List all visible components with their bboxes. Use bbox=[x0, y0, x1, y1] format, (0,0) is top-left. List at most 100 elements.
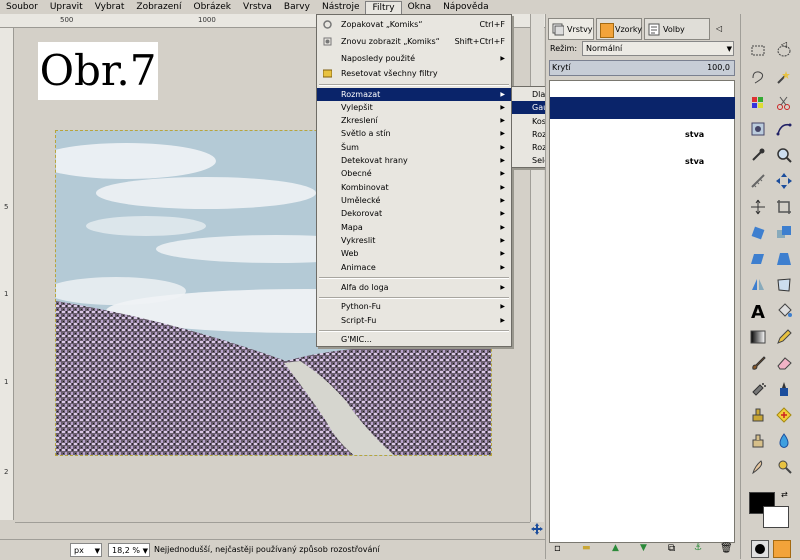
background-color-swatch[interactable] bbox=[763, 506, 789, 528]
foreground-select-icon[interactable] bbox=[749, 120, 767, 138]
menu-item-generic[interactable]: Obecné ▶ bbox=[317, 167, 511, 180]
menu-item-artistic[interactable]: Umělecké ▶ bbox=[317, 194, 511, 207]
menu-upravit[interactable]: Upravit bbox=[44, 0, 89, 14]
ruler-label: 1000 bbox=[198, 16, 216, 24]
scissors-icon[interactable] bbox=[775, 94, 793, 112]
mode-select[interactable]: Normální ▼ bbox=[582, 41, 734, 56]
menu-napoveda[interactable]: Nápověda bbox=[437, 0, 495, 14]
duplicate-layer-icon[interactable]: ⧉ bbox=[668, 543, 675, 554]
menu-item-recent[interactable]: Naposledy použité ▶ bbox=[317, 52, 511, 65]
blur-sharpen-icon[interactable] bbox=[775, 432, 793, 450]
raise-layer-icon[interactable]: ▲ bbox=[612, 543, 619, 553]
smudge-icon[interactable] bbox=[749, 458, 767, 476]
pencil-icon[interactable] bbox=[775, 328, 793, 346]
align-icon[interactable] bbox=[749, 198, 767, 216]
menu-item-noise[interactable]: Šum ▶ bbox=[317, 141, 511, 154]
eraser-icon[interactable] bbox=[775, 354, 793, 372]
heal-icon[interactable] bbox=[775, 406, 793, 424]
menu-barvy[interactable]: Barvy bbox=[278, 0, 316, 14]
patterns-icon bbox=[600, 23, 614, 38]
menu-item-reset-filters[interactable]: Resetovat všechny filtry bbox=[317, 67, 511, 80]
menu-vybrat[interactable]: Vybrat bbox=[89, 0, 131, 14]
menu-item-blur[interactable]: Rozmazat ▶ bbox=[317, 88, 511, 101]
filters-menu: Zopakovat „Komiks“ Ctrl+F Znovu zobrazit … bbox=[316, 14, 512, 347]
color-picker-icon[interactable] bbox=[749, 146, 767, 164]
menu-item-script-fu[interactable]: Script-Fu ▶ bbox=[317, 314, 511, 327]
pattern-preview-icon[interactable] bbox=[773, 540, 791, 558]
layer-group-icon[interactable]: ▬ bbox=[582, 543, 591, 553]
dodge-burn-icon[interactable] bbox=[775, 458, 793, 476]
clone-icon[interactable] bbox=[749, 406, 767, 424]
crop-icon[interactable] bbox=[775, 198, 793, 216]
scale-icon[interactable] bbox=[775, 224, 793, 242]
dock-menu-icon[interactable]: ◁ bbox=[716, 24, 722, 33]
menu-okna[interactable]: Okna bbox=[402, 0, 438, 14]
tab-tool-options[interactable]: Volby nástroje bbox=[644, 18, 710, 56]
reset-icon bbox=[322, 69, 333, 78]
perspective-icon[interactable] bbox=[775, 250, 793, 268]
zoom-select[interactable]: 18,2 % ▼ bbox=[108, 542, 150, 557]
bucket-fill-icon[interactable] bbox=[775, 302, 793, 320]
move-icon[interactable] bbox=[775, 172, 793, 190]
zoom-icon[interactable] bbox=[775, 146, 793, 164]
layer-name: stva bbox=[685, 157, 705, 166]
menu-obrazek[interactable]: Obrázek bbox=[188, 0, 238, 14]
rotate-icon[interactable] bbox=[749, 224, 767, 242]
menu-item-edge-detect[interactable]: Detekovat hrany ▶ bbox=[317, 154, 511, 167]
menu-item-distorts[interactable]: Zkreslení ▶ bbox=[317, 114, 511, 127]
menu-nastroje[interactable]: Nástroje bbox=[316, 0, 366, 14]
text-tool-icon[interactable]: A bbox=[749, 304, 767, 322]
paths-icon[interactable] bbox=[775, 120, 793, 138]
anchor-layer-icon[interactable]: ⚓ bbox=[694, 543, 702, 553]
menu-item-gmic[interactable]: G'MIC... bbox=[317, 333, 511, 346]
menu-item-render[interactable]: Vykreslit ▶ bbox=[317, 234, 511, 247]
tab-patterns[interactable]: Vzorky bbox=[596, 18, 642, 40]
shear-icon[interactable] bbox=[749, 250, 767, 268]
layers-icon bbox=[552, 23, 565, 36]
layer-row-selected[interactable] bbox=[550, 97, 735, 119]
menu-item-animation[interactable]: Animace ▶ bbox=[317, 261, 511, 274]
rect-select-icon[interactable] bbox=[749, 42, 767, 60]
flip-icon[interactable] bbox=[749, 276, 767, 294]
perspective-clone-icon[interactable] bbox=[749, 432, 767, 450]
fuzzy-select-icon[interactable] bbox=[775, 68, 793, 86]
layers-button-bar: ▫ ▬ ▲ ▼ ⧉ ⚓ 🗑 bbox=[548, 543, 736, 557]
airbrush-icon[interactable] bbox=[749, 380, 767, 398]
layers-list[interactable]: stva stva bbox=[549, 80, 735, 543]
menu-item-combine[interactable]: Kombinovat ▶ bbox=[317, 181, 511, 194]
menu-filtry[interactable]: Filtry bbox=[365, 0, 402, 14]
menu-soubor[interactable]: Soubor bbox=[0, 0, 44, 14]
measure-icon[interactable] bbox=[749, 172, 767, 190]
menu-item-enhance[interactable]: Vylepšit ▶ bbox=[317, 101, 511, 114]
menu-item-light-shadow[interactable]: Světlo a stín ▶ bbox=[317, 127, 511, 140]
tool-options-icon bbox=[648, 23, 660, 36]
blend-icon[interactable] bbox=[749, 328, 767, 346]
vertical-ruler[interactable]: 5 1 1 2 bbox=[0, 28, 14, 520]
opacity-slider[interactable]: Krytí 100,0 bbox=[549, 60, 735, 76]
menu-item-web[interactable]: Web ▶ bbox=[317, 247, 511, 260]
menu-item-alpha-to-logo[interactable]: Alfa do loga ▶ bbox=[317, 281, 511, 294]
menu-separator bbox=[319, 297, 509, 299]
tab-layers[interactable]: Vrstvy bbox=[548, 18, 594, 40]
delete-layer-icon[interactable]: 🗑 bbox=[720, 543, 733, 554]
swap-colors-icon[interactable]: ⇄ bbox=[781, 490, 788, 499]
paintbrush-icon[interactable] bbox=[749, 354, 767, 372]
brush-preview-icon[interactable] bbox=[751, 540, 769, 558]
unit-select[interactable]: px ▼ bbox=[70, 542, 102, 557]
menu-item-repeat[interactable]: Zopakovat „Komiks“ Ctrl+F bbox=[317, 18, 511, 31]
menu-item-python-fu[interactable]: Python-Fu ▶ bbox=[317, 300, 511, 313]
cage-transform-icon[interactable] bbox=[775, 276, 793, 294]
navigate-icon[interactable] bbox=[530, 522, 544, 536]
horizontal-scrollbar[interactable] bbox=[15, 522, 530, 536]
menu-item-map[interactable]: Mapa ▶ bbox=[317, 221, 511, 234]
ink-icon[interactable] bbox=[775, 380, 793, 398]
lower-layer-icon[interactable]: ▼ bbox=[640, 543, 647, 553]
ellipse-select-icon[interactable] bbox=[775, 42, 793, 60]
select-by-color-icon[interactable] bbox=[749, 94, 767, 112]
menu-item-decor[interactable]: Dekorovat ▶ bbox=[317, 207, 511, 220]
menu-zobrazeni[interactable]: Zobrazení bbox=[130, 0, 187, 14]
menu-vrstva[interactable]: Vrstva bbox=[237, 0, 278, 14]
lasso-icon[interactable] bbox=[749, 68, 767, 86]
new-layer-icon[interactable]: ▫ bbox=[554, 543, 561, 554]
menu-item-reshow[interactable]: Znovu zobrazit „Komiks“ Shift+Ctrl+F bbox=[317, 35, 511, 48]
